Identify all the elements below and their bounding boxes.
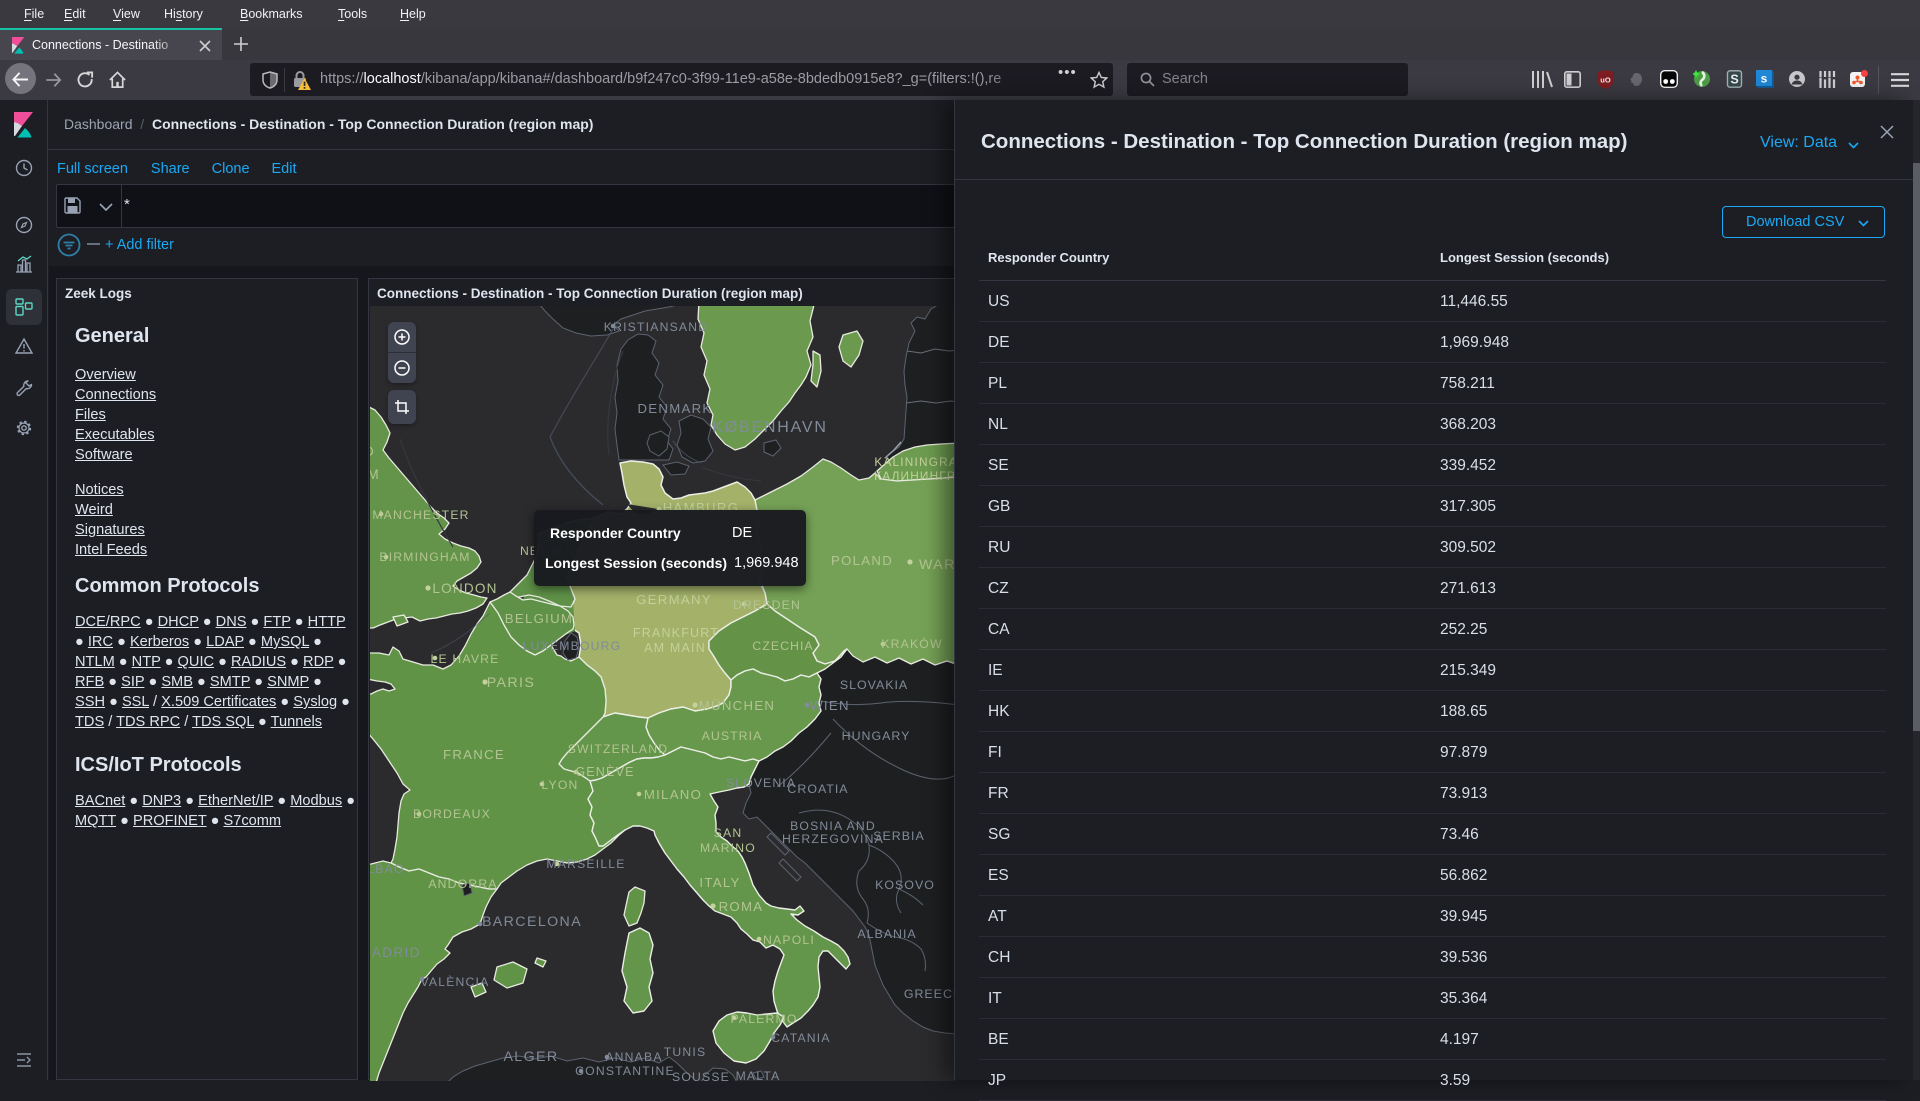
svg-text:GERMANY: GERMANY [636, 592, 712, 607]
svg-text:ALGER: ALGER [503, 1049, 558, 1065]
svg-text:BIRMINGHAM: BIRMINGHAM [379, 550, 470, 564]
svg-text:KRAKÓW: KRAKÓW [881, 636, 942, 651]
svg-text:MANCHESTER: MANCHESTER [372, 508, 469, 522]
svg-text:LUXEMBOURG: LUXEMBOURG [523, 639, 622, 653]
svg-text:PARIS: PARIS [487, 675, 536, 691]
svg-text:VALÈNCIA: VALÈNCIA [421, 974, 490, 989]
svg-text:DRESDEN: DRESDEN [733, 598, 801, 612]
svg-text:BELGIUM: BELGIUM [505, 611, 573, 626]
svg-text:KØBENHAVN: KØBENHAVN [712, 419, 827, 436]
svg-text:MARSEILLE: MARSEILLE [546, 857, 625, 871]
svg-text:SLOVENIA: SLOVENIA [726, 776, 796, 790]
svg-text:ANDORRA: ANDORRA [428, 877, 497, 891]
svg-text:BARCELONA: BARCELONA [482, 914, 582, 930]
svg-text:KOSOVO: KOSOVO [875, 878, 935, 892]
svg-text:SAN: SAN [714, 826, 743, 840]
svg-text:PALERMO: PALERMO [730, 1012, 797, 1026]
svg-text:LONDON: LONDON [432, 581, 497, 596]
svg-text:WARSZAWA: WARSZAWA [919, 557, 955, 573]
svg-text:KRISTIANSAND: KRISTIANSAND [604, 320, 708, 334]
svg-text:MARINO: MARINO [700, 841, 756, 855]
svg-text:BORDEAUX: BORDEAUX [413, 807, 491, 821]
svg-text:LE HAVRE: LE HAVRE [431, 652, 500, 666]
svg-text:HERZEGOVINA: HERZEGOVINA [782, 832, 884, 846]
svg-text:UNITED: UNITED [370, 444, 375, 459]
svg-text:S: S [1730, 73, 1738, 87]
svg-text:MALTA: MALTA [736, 1069, 781, 1081]
svg-text:MÜNCHEN: MÜNCHEN [699, 698, 776, 713]
svg-text:BOSNIA AND: BOSNIA AND [790, 819, 876, 833]
svg-text:GENÈVE: GENÈVE [575, 764, 634, 779]
svg-text:s: s [1761, 72, 1768, 86]
svg-text:KALININGRAD: KALININGRAD [874, 455, 955, 469]
svg-text:SLOVAKIA: SLOVAKIA [840, 678, 908, 692]
svg-text:BILBAO: BILBAO [370, 862, 405, 876]
svg-text:SOUSSE: SOUSSE [672, 1070, 730, 1081]
svg-text:HUNGARY: HUNGARY [842, 729, 911, 743]
svg-text:ROMA: ROMA [719, 899, 764, 914]
svg-text:SWITZERLAND: SWITZERLAND [568, 742, 669, 756]
svg-text:DENMARK: DENMARK [637, 401, 712, 416]
svg-text:MADRID: MADRID [370, 945, 421, 960]
svg-text:CZECHIA: CZECHIA [752, 639, 813, 653]
svg-text:WIEN: WIEN [810, 698, 850, 713]
svg-text:SERBIA: SERBIA [873, 829, 924, 843]
svg-text:CROATIA: CROATIA [787, 782, 848, 796]
svg-text:LYON: LYON [541, 778, 578, 792]
svg-text:КАЛИНИНГРАД: КАЛИНИНГРАД [874, 469, 955, 483]
svg-text:KINGDOM: KINGDOM [370, 467, 380, 482]
svg-text:FRANCE: FRANCE [443, 747, 505, 762]
svg-text:TUNIS: TUNIS [664, 1045, 707, 1059]
svg-text:CONSTANTINE: CONSTANTINE [575, 1064, 675, 1078]
svg-text:uO: uO [1600, 76, 1611, 85]
svg-text:MILANO: MILANO [644, 787, 702, 802]
svg-text:AM MAIN: AM MAIN [644, 641, 706, 655]
svg-text:FRANKFURT: FRANKFURT [633, 626, 719, 640]
svg-text:ALBANIA: ALBANIA [857, 927, 916, 941]
svg-text:GREECE: GREECE [904, 987, 955, 1001]
svg-text:NAPOLI: NAPOLI [763, 933, 815, 947]
svg-text:AUSTRIA: AUSTRIA [702, 729, 763, 743]
svg-text:ITALY: ITALY [699, 875, 740, 890]
svg-text:POLAND: POLAND [831, 553, 893, 568]
svg-text:ANNABA: ANNABA [605, 1050, 662, 1064]
svg-text:CATANIA: CATANIA [771, 1031, 830, 1045]
